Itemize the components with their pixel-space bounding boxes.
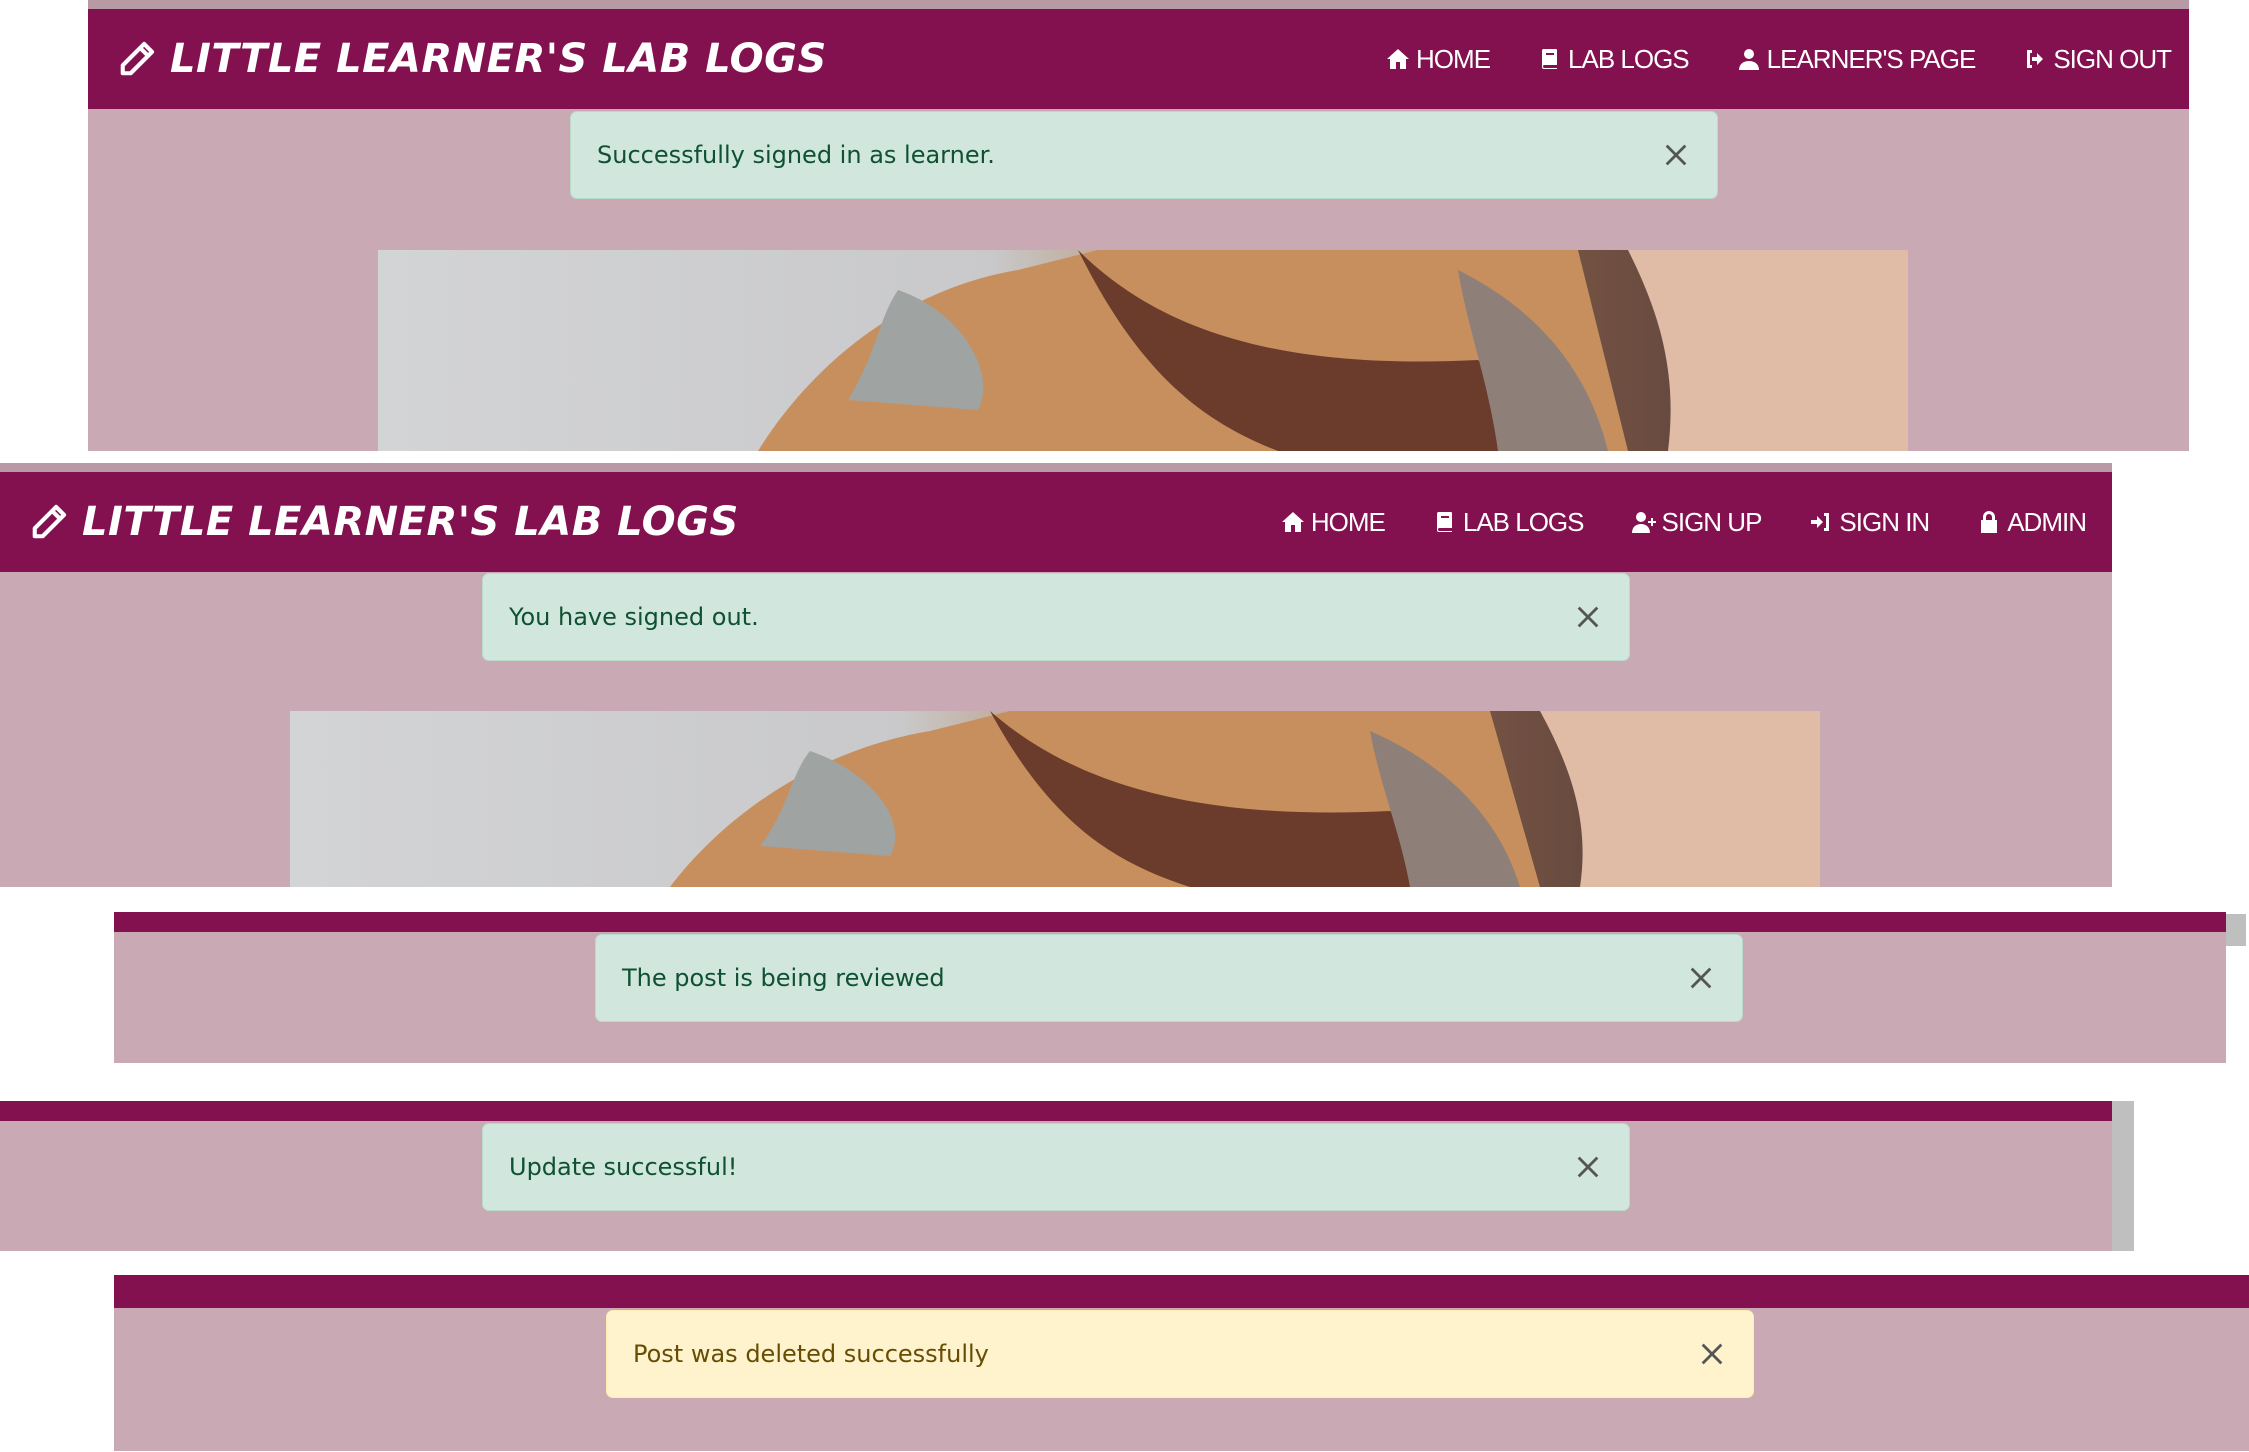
lock-icon bbox=[1977, 510, 2001, 534]
navbar: LITTLE LEARNER'S LAB LOGS HOME LAB LOGS … bbox=[88, 9, 2189, 109]
pencil-icon bbox=[118, 40, 156, 78]
nav-home[interactable]: HOME bbox=[1281, 506, 1386, 538]
book-icon bbox=[1433, 510, 1457, 534]
close-button[interactable] bbox=[1661, 140, 1691, 170]
alert-deleted: Post was deleted successfully bbox=[606, 1310, 1754, 1398]
alert-message: The post is being reviewed bbox=[622, 964, 945, 992]
close-icon bbox=[1574, 1153, 1602, 1181]
book-icon bbox=[1538, 47, 1562, 71]
nav-home[interactable]: HOME bbox=[1386, 43, 1491, 75]
home-icon bbox=[1281, 510, 1305, 534]
nav-home-label: HOME bbox=[1310, 506, 1386, 537]
nav-learners-page[interactable]: LEARNER'S PAGE bbox=[1737, 44, 1976, 75]
top-border bbox=[88, 0, 2189, 9]
nav-admin[interactable]: ADMIN bbox=[1977, 506, 2087, 538]
close-button[interactable] bbox=[1686, 963, 1716, 993]
navbar-strip bbox=[0, 1101, 2112, 1121]
navbar-strip bbox=[114, 1275, 2249, 1308]
brand-title: LITTLE LEARNER'S LAB LOGS bbox=[170, 36, 827, 82]
close-button[interactable] bbox=[1573, 602, 1603, 632]
screenshot-signed-out: LITTLE LEARNER'S LAB LOGS HOME LAB LOGS … bbox=[0, 463, 2112, 887]
close-icon bbox=[1574, 603, 1602, 631]
nav-learners-page-label: LEARNER'S PAGE bbox=[1766, 43, 1977, 74]
brand-title: LITTLE LEARNER'S LAB LOGS bbox=[82, 499, 739, 545]
nav-home-label: HOME bbox=[1416, 43, 1491, 74]
close-icon bbox=[1698, 1340, 1726, 1368]
nav-sign-up[interactable]: SIGN UP bbox=[1632, 507, 1762, 538]
alert-message: Post was deleted successfully bbox=[633, 1340, 989, 1368]
alert-signed-in: Successfully signed in as learner. bbox=[570, 111, 1718, 199]
close-icon bbox=[1662, 141, 1690, 169]
top-border bbox=[0, 463, 2112, 472]
close-icon bbox=[1687, 964, 1715, 992]
alert-signed-out: You have signed out. bbox=[482, 573, 1630, 661]
nav-sign-out[interactable]: SIGN OUT bbox=[2023, 43, 2172, 75]
alert-message: Update successful! bbox=[509, 1153, 738, 1181]
nav-lab-logs[interactable]: LAB LOGS bbox=[1433, 507, 1584, 538]
user-plus-icon bbox=[1632, 510, 1656, 534]
alert-reviewed: The post is being reviewed bbox=[595, 934, 1743, 1022]
alert-message: Successfully signed in as learner. bbox=[597, 141, 995, 169]
nav-sign-up-label: SIGN UP bbox=[1661, 506, 1763, 537]
nav-lab-logs-label: LAB LOGS bbox=[1568, 43, 1690, 74]
user-icon bbox=[1737, 47, 1761, 71]
hero-image bbox=[378, 250, 1908, 451]
close-button[interactable] bbox=[1697, 1339, 1727, 1369]
main-nav: HOME LAB LOGS SIGN UP SIGN IN ADMIN bbox=[1281, 506, 2087, 538]
nav-lab-logs-label: LAB LOGS bbox=[1462, 506, 1585, 537]
screenshot-signed-in: LITTLE LEARNER'S LAB LOGS HOME LAB LOGS … bbox=[88, 0, 2189, 451]
nav-admin-label: ADMIN bbox=[2007, 506, 2087, 537]
brand[interactable]: LITTLE LEARNER'S LAB LOGS bbox=[118, 36, 827, 82]
pencil-icon bbox=[30, 503, 68, 541]
alert-message: You have signed out. bbox=[509, 603, 759, 631]
navbar: LITTLE LEARNER'S LAB LOGS HOME LAB LOGS … bbox=[0, 472, 2112, 572]
sign-out-icon bbox=[2023, 47, 2047, 71]
screenshot-post-deleted: Post was deleted successfully bbox=[114, 1275, 2249, 1451]
navbar-strip bbox=[114, 912, 2226, 932]
nav-lab-logs[interactable]: LAB LOGS bbox=[1538, 43, 1690, 75]
nav-sign-out-label: SIGN OUT bbox=[2053, 43, 2172, 74]
sign-in-icon bbox=[1809, 510, 1833, 534]
alert-updated: Update successful! bbox=[482, 1123, 1630, 1211]
hero-image bbox=[290, 711, 1820, 887]
nav-sign-in-label: SIGN IN bbox=[1839, 506, 1930, 537]
scrollbar[interactable] bbox=[2112, 1101, 2134, 1251]
screenshot-update-successful: Update successful! bbox=[0, 1101, 2112, 1251]
main-nav: HOME LAB LOGS LEARNER'S PAGE SIGN OUT bbox=[1386, 43, 2172, 75]
close-button[interactable] bbox=[1573, 1152, 1603, 1182]
screenshot-post-reviewed: The post is being reviewed bbox=[114, 912, 2226, 1063]
brand[interactable]: LITTLE LEARNER'S LAB LOGS bbox=[30, 499, 739, 545]
nav-sign-in[interactable]: SIGN IN bbox=[1809, 506, 1930, 538]
home-icon bbox=[1386, 47, 1410, 71]
scrollbar[interactable] bbox=[2226, 914, 2246, 946]
